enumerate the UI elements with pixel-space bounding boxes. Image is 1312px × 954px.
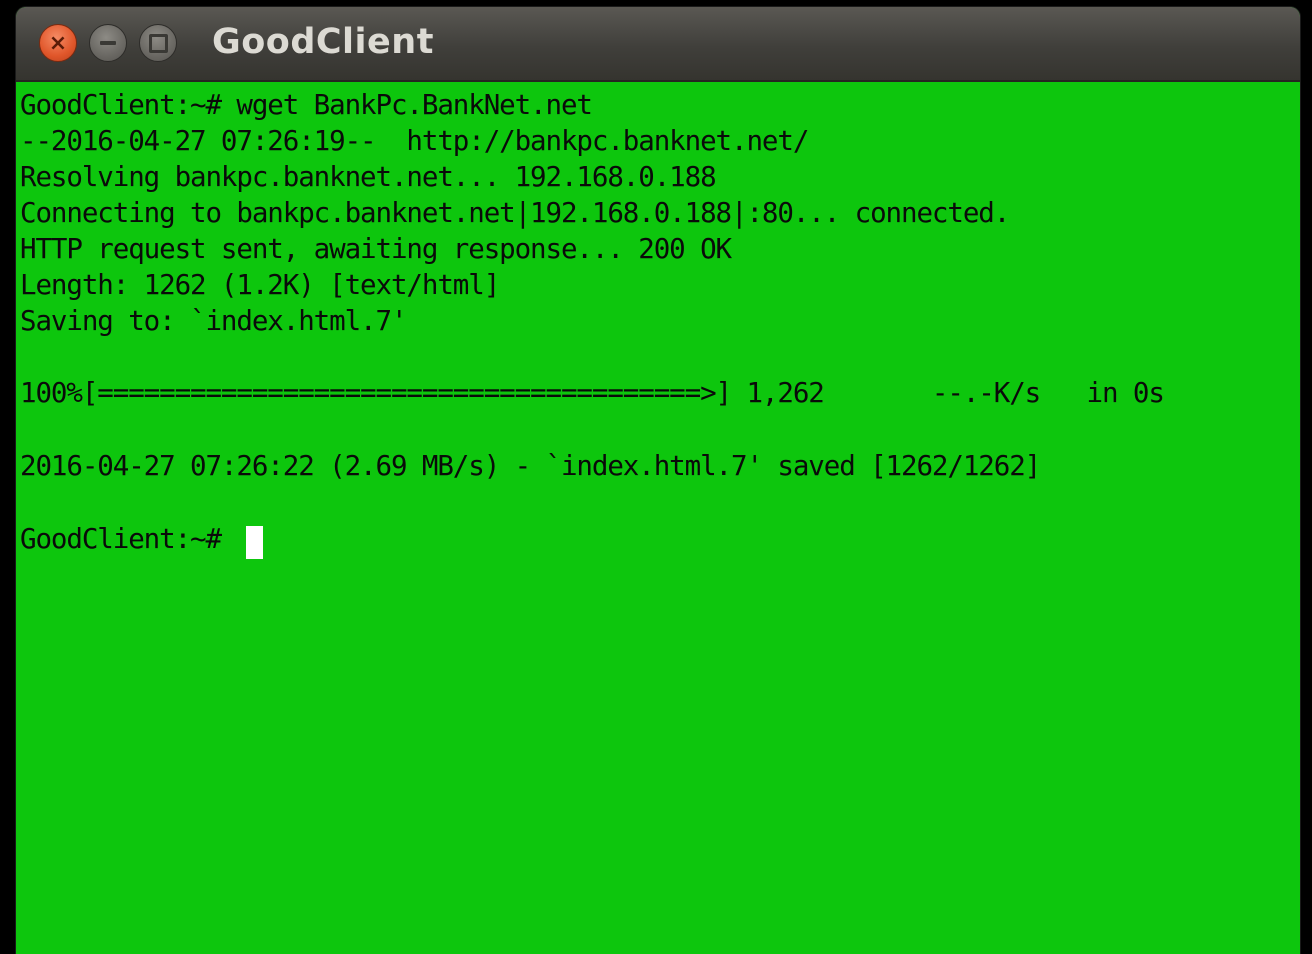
maximize-button[interactable] (139, 24, 177, 62)
terminal-line-length: Length: 1262 (1.2K) [text/html] (20, 269, 500, 301)
terminal-line-saved: 2016-04-27 07:26:22 (2.69 MB/s) - `index… (20, 450, 1041, 482)
terminal-line-http: HTTP request sent, awaiting response... … (20, 233, 732, 265)
text-cursor (246, 526, 263, 559)
terminal-window: × GoodClient GoodClient:~# wget BankPc.B… (16, 7, 1300, 954)
terminal-line-connecting: Connecting to bankpc.banknet.net|192.168… (20, 197, 1010, 229)
terminal-output[interactable]: GoodClient:~# wget BankPc.BankNet.net --… (20, 87, 1290, 947)
terminal-line-progress: 100%[===================================… (20, 377, 1165, 409)
terminal-line-resolving: Resolving bankpc.banknet.net... 192.168.… (20, 161, 717, 193)
terminal-line-timestamp: --2016-04-27 07:26:19-- http://bankpc.ba… (20, 125, 809, 157)
terminal-line-saving: Saving to: `index.html.7' (20, 305, 408, 337)
minimize-icon (100, 41, 116, 45)
close-button[interactable]: × (39, 24, 77, 62)
terminal-line-prompt[interactable]: GoodClient:~# (20, 521, 236, 557)
terminal-line-command: GoodClient:~# wget BankPc.BankNet.net (20, 89, 593, 121)
window-title: GoodClient (212, 22, 434, 62)
minimize-button[interactable] (89, 24, 127, 62)
title-bar[interactable]: × GoodClient (16, 7, 1300, 82)
maximize-icon (148, 33, 168, 53)
close-icon: × (48, 30, 68, 56)
